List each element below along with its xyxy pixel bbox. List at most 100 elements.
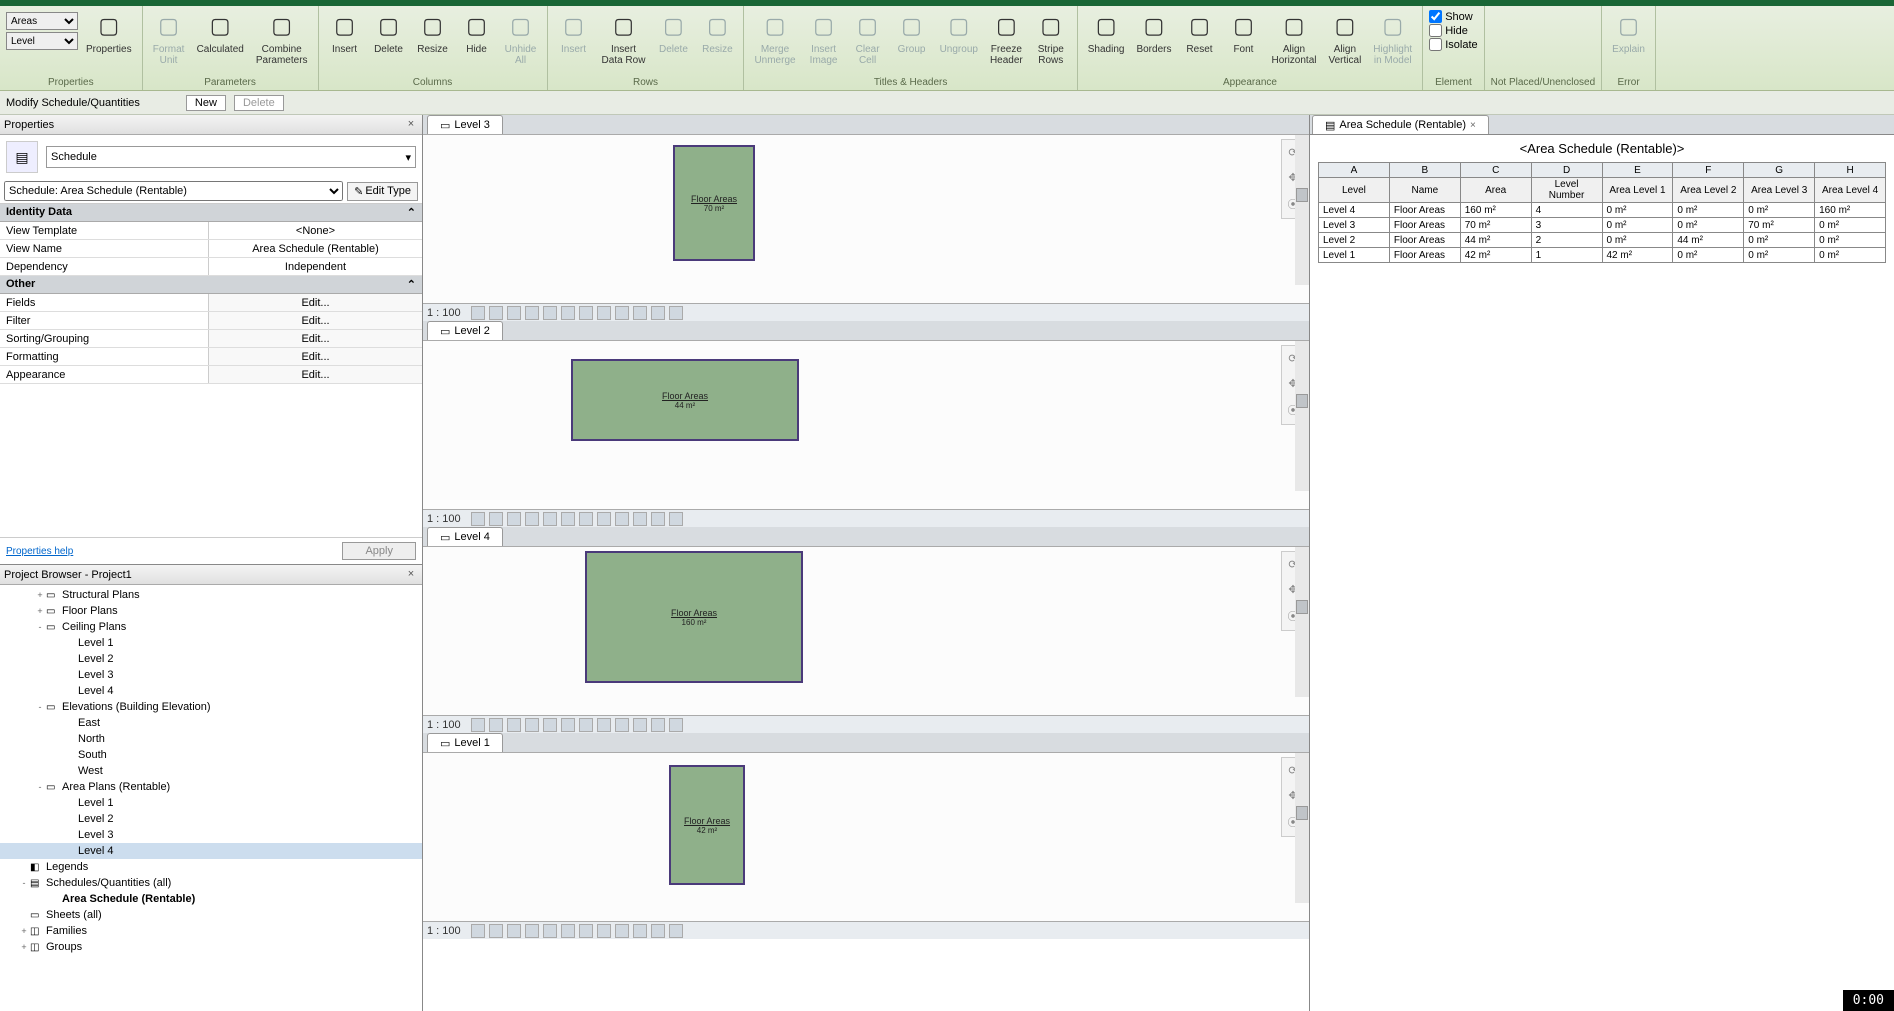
view-control-icon[interactable]: [669, 306, 683, 320]
tree-node[interactable]: North: [0, 731, 422, 747]
tree-node[interactable]: East: [0, 715, 422, 731]
schedule-cell[interactable]: 2: [1531, 233, 1602, 248]
schedule-cell[interactable]: 0 m²: [1602, 203, 1673, 218]
close-properties-icon[interactable]: ×: [404, 118, 418, 132]
view-canvas[interactable]: Floor Areas70 m²⟳✥⦿: [423, 135, 1309, 303]
ribbon-button[interactable]: ▢Reset: [1179, 8, 1219, 57]
ribbon-button[interactable]: ▢Borders: [1132, 8, 1175, 57]
view-control-icon[interactable]: [561, 924, 575, 938]
view-control-icon[interactable]: [633, 924, 647, 938]
edit-type-button[interactable]: ✎ Edit Type: [347, 182, 418, 201]
view-control-icon[interactable]: [471, 512, 485, 526]
view-canvas[interactable]: Floor Areas160 m²⟳✥⦿: [423, 547, 1309, 715]
column-letter[interactable]: H: [1815, 163, 1886, 178]
property-value[interactable]: <None>: [208, 222, 422, 239]
tree-node[interactable]: Level 3: [0, 667, 422, 683]
view-canvas[interactable]: Floor Areas44 m²⟳✥⦿: [423, 341, 1309, 509]
schedule-cell[interactable]: 42 m²: [1460, 248, 1531, 263]
view-control-icon[interactable]: [651, 924, 665, 938]
view-control-icon[interactable]: [597, 924, 611, 938]
view-control-icon[interactable]: [489, 924, 503, 938]
view-control-icon[interactable]: [561, 512, 575, 526]
schedule-cell[interactable]: 0 m²: [1602, 233, 1673, 248]
tree-toggle-icon[interactable]: +: [34, 606, 46, 616]
instance-dropdown[interactable]: Schedule: Area Schedule (Rentable): [4, 181, 343, 201]
tree-node[interactable]: Level 2: [0, 651, 422, 667]
view-control-icon[interactable]: [489, 306, 503, 320]
tree-node[interactable]: ◧Legends: [0, 859, 422, 875]
schedule-cell[interactable]: 0 m²: [1673, 218, 1744, 233]
schedule-row[interactable]: Level 2Floor Areas44 m²20 m²44 m²0 m²0 m…: [1319, 233, 1886, 248]
schedule-cell[interactable]: Level 1: [1319, 248, 1390, 263]
view-canvas[interactable]: Floor Areas42 m²⟳✥⦿: [423, 753, 1309, 921]
properties-help-link[interactable]: Properties help: [6, 546, 73, 557]
tree-toggle-icon[interactable]: +: [18, 942, 30, 952]
view-control-icon[interactable]: [525, 924, 539, 938]
tree-node[interactable]: Level 1: [0, 795, 422, 811]
column-letter[interactable]: B: [1389, 163, 1460, 178]
view-scale[interactable]: 1 : 100: [427, 307, 461, 319]
view-control-icon[interactable]: [471, 718, 485, 732]
schedule-cell[interactable]: 3: [1531, 218, 1602, 233]
ribbon-button[interactable]: ▢Hide: [457, 8, 497, 57]
ribbon-dropdown[interactable]: Level: [6, 32, 78, 50]
schedule-cell[interactable]: 42 m²: [1602, 248, 1673, 263]
view-control-icon[interactable]: [543, 306, 557, 320]
schedule-cell[interactable]: 0 m²: [1815, 218, 1886, 233]
tree-node[interactable]: +◫Families: [0, 923, 422, 939]
view-control-icon[interactable]: [489, 512, 503, 526]
column-letter[interactable]: A: [1319, 163, 1390, 178]
property-value[interactable]: Edit...: [208, 366, 422, 383]
tree-node[interactable]: West: [0, 763, 422, 779]
schedule-cell[interactable]: 1: [1531, 248, 1602, 263]
column-header[interactable]: Area Level 2: [1673, 178, 1744, 203]
schedule-tab[interactable]: ▤ Area Schedule (Rentable) ×: [1312, 115, 1489, 134]
ribbon-dropdown[interactable]: Areas: [6, 12, 78, 30]
schedule-row[interactable]: Level 3Floor Areas70 m²30 m²0 m²70 m²0 m…: [1319, 218, 1886, 233]
tree-node[interactable]: Level 3: [0, 827, 422, 843]
schedule-cell[interactable]: Level 4: [1319, 203, 1390, 218]
ribbon-button[interactable]: ▢Properties: [82, 8, 136, 57]
schedule-cell[interactable]: Floor Areas: [1389, 203, 1460, 218]
property-value[interactable]: Independent: [208, 258, 422, 275]
schedule-cell[interactable]: 44 m²: [1673, 233, 1744, 248]
close-tab-icon[interactable]: ×: [1470, 120, 1476, 131]
tree-node[interactable]: -▭Elevations (Building Elevation): [0, 699, 422, 715]
schedule-cell[interactable]: 0 m²: [1673, 248, 1744, 263]
type-selector-dropdown[interactable]: Schedule ▾: [46, 146, 416, 168]
area-boundary[interactable]: Floor Areas160 m²: [585, 551, 803, 683]
schedule-cell[interactable]: Level 2: [1319, 233, 1390, 248]
property-value[interactable]: Edit...: [208, 312, 422, 329]
view-control-icon[interactable]: [597, 306, 611, 320]
column-letter[interactable]: C: [1460, 163, 1531, 178]
ribbon-button[interactable]: ▢Insert: [325, 8, 365, 57]
property-value[interactable]: Edit...: [208, 348, 422, 365]
view-control-icon[interactable]: [579, 718, 593, 732]
view-scale[interactable]: 1 : 100: [427, 925, 461, 937]
view-control-icon[interactable]: [507, 306, 521, 320]
ribbon-button[interactable]: ▢Shading: [1084, 8, 1129, 57]
view-control-icon[interactable]: [579, 512, 593, 526]
view-control-icon[interactable]: [633, 512, 647, 526]
view-control-icon[interactable]: [615, 718, 629, 732]
schedule-cell[interactable]: 0 m²: [1744, 233, 1815, 248]
view-control-icon[interactable]: [651, 718, 665, 732]
view-control-icon[interactable]: [669, 512, 683, 526]
view-control-icon[interactable]: [579, 924, 593, 938]
view-tab[interactable]: ▭Level 3: [427, 115, 503, 134]
ribbon-button[interactable]: ▢Insert Data Row: [598, 8, 650, 68]
view-control-icon[interactable]: [651, 306, 665, 320]
tree-node[interactable]: -▤Schedules/Quantities (all): [0, 875, 422, 891]
view-tab[interactable]: ▭Level 2: [427, 321, 503, 340]
view-control-icon[interactable]: [543, 924, 557, 938]
tree-node[interactable]: Area Schedule (Rentable): [0, 891, 422, 907]
new-button[interactable]: New: [186, 95, 226, 111]
view-control-icon[interactable]: [561, 306, 575, 320]
column-header[interactable]: Area Level 3: [1744, 178, 1815, 203]
view-tab[interactable]: ▭Level 4: [427, 527, 503, 546]
schedule-cell[interactable]: 160 m²: [1815, 203, 1886, 218]
tree-toggle-icon[interactable]: -: [34, 622, 46, 632]
column-header[interactable]: Level Number: [1531, 178, 1602, 203]
tree-node[interactable]: Level 1: [0, 635, 422, 651]
view-scale[interactable]: 1 : 100: [427, 513, 461, 525]
